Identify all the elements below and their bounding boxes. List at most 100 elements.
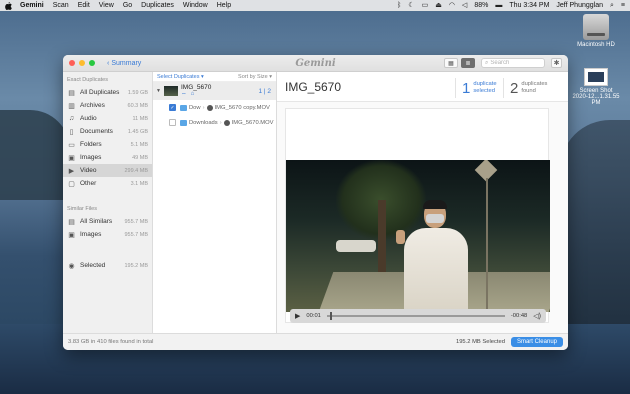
- control-center-icon[interactable]: ≡: [621, 2, 625, 9]
- menu-scan[interactable]: Scan: [53, 2, 69, 9]
- file-name: IMG_5670.MOV: [231, 119, 274, 126]
- menu-view[interactable]: View: [99, 2, 114, 9]
- back-summary-button[interactable]: ‹ Summary: [107, 60, 141, 67]
- file-checkbox[interactable]: ✓: [169, 104, 176, 111]
- battery-icon[interactable]: ▬: [495, 2, 502, 9]
- bluetooth-icon[interactable]: ᛒ: [397, 2, 401, 9]
- sidebar-item-similar-images[interactable]: ▣ Images 955.7 MB: [63, 228, 152, 241]
- sidebar-item-label: Selected: [80, 262, 106, 269]
- time-remaining: -00:48: [510, 313, 528, 319]
- menu-duplicates[interactable]: Duplicates: [141, 2, 174, 9]
- volume-icon[interactable]: ◁: [462, 2, 467, 9]
- sidebar-item-archives[interactable]: ▥ Archives 60.3 MB: [63, 99, 152, 112]
- sidebar-item-audio[interactable]: ♫ Audio 11 MB: [63, 112, 152, 125]
- stat-label-line2: selected: [473, 88, 495, 94]
- sidebar-item-label: Folders: [80, 141, 102, 148]
- stat-label-line1: duplicates: [521, 81, 548, 87]
- footer-selected: 195.2 MB Selected: [455, 339, 505, 345]
- video-frame[interactable]: [286, 160, 550, 312]
- menu-clock[interactable]: Thu 3:34 PM: [509, 2, 549, 9]
- display-icon[interactable]: ▭: [422, 2, 429, 9]
- desktop-icon-hd[interactable]: Macintosh HD: [572, 14, 620, 48]
- battery-percent[interactable]: 88%: [474, 2, 488, 9]
- desktop-rock-left: [0, 110, 70, 200]
- stat-label-line2: found: [521, 88, 536, 94]
- file-row[interactable]: ✓ Dow › IMG_5670 copy.MOV: [153, 100, 276, 115]
- search-input[interactable]: [490, 60, 541, 66]
- select-duplicates-menu[interactable]: Select Duplicates ▾: [157, 74, 204, 80]
- sidebar-item-images[interactable]: ▣ Images 49 MB: [63, 151, 152, 164]
- desktop-icon-screenshot-date: 2020-12...1.31.55 PM: [572, 94, 620, 106]
- document-icon: ▯: [69, 128, 74, 136]
- video-car: [336, 240, 376, 252]
- video-person: [396, 200, 468, 312]
- volume-icon[interactable]: ◁): [533, 312, 541, 320]
- stat-number: 1: [462, 79, 471, 97]
- sidebar-item-size: 60.3 MB: [127, 102, 148, 109]
- footer-summary: 3.83 GB in 410 files found in total: [68, 339, 154, 345]
- video-preview[interactable]: ▶ 00:01 -00:48 ◁): [285, 108, 550, 323]
- menu-go[interactable]: Go: [123, 2, 132, 9]
- menu-help[interactable]: Help: [217, 2, 231, 9]
- sidebar-item-label: Images: [80, 231, 102, 238]
- disclosure-triangle-icon[interactable]: ▼: [156, 88, 161, 94]
- sidebar-item-selected[interactable]: ◉ Selected 195.2 MB: [63, 259, 152, 272]
- menu-user[interactable]: Jeff Phungglan: [556, 2, 603, 9]
- menu-edit[interactable]: Edit: [78, 2, 90, 9]
- sidebar-item-all-duplicates[interactable]: ▤ All Duplicates 1.59 GB: [63, 86, 152, 99]
- file-row[interactable]: Downloads › IMG_5670.MOV: [153, 115, 276, 130]
- sidebar-item-size: 1.45 GB: [127, 128, 148, 135]
- desktop-icon-screenshot[interactable]: Screen Shot 2020-12...1.31.55 PM: [572, 68, 620, 106]
- search-field[interactable]: ⌕: [481, 58, 545, 68]
- sidebar-item-size: 49 MB: [132, 154, 148, 161]
- lock-icon: ⌂: [190, 91, 195, 97]
- menu-window[interactable]: Window: [183, 2, 208, 9]
- minimize-window-button[interactable]: [79, 60, 85, 66]
- play-icon[interactable]: ▶: [295, 312, 300, 320]
- apple-icon[interactable]: [5, 1, 12, 10]
- detail-pane: IMG_5670 1 duplicate selected 2 duplicate…: [277, 72, 568, 333]
- zoom-window-button[interactable]: [89, 60, 95, 66]
- settings-button[interactable]: ✱: [551, 58, 562, 68]
- menu-bar: Gemini Scan Edit View Go Duplicates Wind…: [0, 0, 630, 11]
- moon-icon[interactable]: ☾: [408, 2, 414, 9]
- search-spotlight-icon[interactable]: ⌕: [610, 2, 614, 9]
- sidebar-header-duplicates: Exact Duplicates: [67, 77, 108, 83]
- scrubber[interactable]: [326, 312, 505, 320]
- sidebar-item-all-similars[interactable]: ▤ All Similars 955.7 MB: [63, 215, 152, 228]
- image-icon: ▣: [68, 231, 75, 239]
- screenshot-file-icon: [584, 68, 608, 86]
- image-icon: ▣: [68, 154, 75, 162]
- menu-app-name[interactable]: Gemini: [20, 2, 44, 9]
- group-count-total: 2: [267, 88, 271, 95]
- chevron-right-icon: ›: [219, 119, 222, 126]
- smart-cleanup-button[interactable]: Smart Cleanup: [510, 337, 563, 347]
- list-view-button[interactable]: ≣: [461, 58, 475, 68]
- similar-files-icon: ▤: [68, 218, 75, 226]
- music-note-icon: ♫: [68, 115, 75, 122]
- title-bar: ‹ Summary Gemini ▦ ≣ ⌕ ✱: [63, 55, 568, 72]
- sidebar-item-video[interactable]: ▶ Video 299.4 MB: [63, 164, 152, 177]
- scrubber-knob[interactable]: [330, 312, 333, 320]
- wifi-icon[interactable]: ◠: [449, 2, 455, 9]
- sidebar-item-size: 195.2 MB: [124, 262, 148, 269]
- close-window-button[interactable]: [69, 60, 75, 66]
- grid-view-button[interactable]: ▦: [444, 58, 458, 68]
- file-checkbox[interactable]: [169, 119, 176, 126]
- sort-menu[interactable]: Sort by Size ▾: [238, 74, 272, 80]
- airplay-icon[interactable]: ⏏: [435, 2, 442, 9]
- sidebar-item-documents[interactable]: ▯ Documents 1.45 GB: [63, 125, 152, 138]
- file-folder: Dow: [189, 104, 201, 111]
- video-thumbnail: [163, 86, 178, 96]
- sidebar: Exact Duplicates ▤ All Duplicates 1.59 G…: [63, 72, 153, 333]
- sidebar-item-other[interactable]: ▢ Other 3.1 MB: [63, 177, 152, 190]
- group-count: 1 | 2: [258, 88, 271, 95]
- sidebar-item-size: 5.1 MB: [130, 141, 148, 148]
- duplicate-group-row[interactable]: ▼ IMG_5670 ⌔ ⌂ 1 | 2: [153, 82, 276, 100]
- desktop-icon-hd-label: Macintosh HD: [577, 42, 615, 48]
- selected-icon: ◉: [68, 262, 75, 270]
- list-icon: ≣: [465, 60, 471, 67]
- sidebar-item-folders[interactable]: ▭ Folders 5.1 MB: [63, 138, 152, 151]
- video-controls: ▶ 00:01 -00:48 ◁): [290, 309, 546, 323]
- search-icon: ⌕: [485, 59, 489, 66]
